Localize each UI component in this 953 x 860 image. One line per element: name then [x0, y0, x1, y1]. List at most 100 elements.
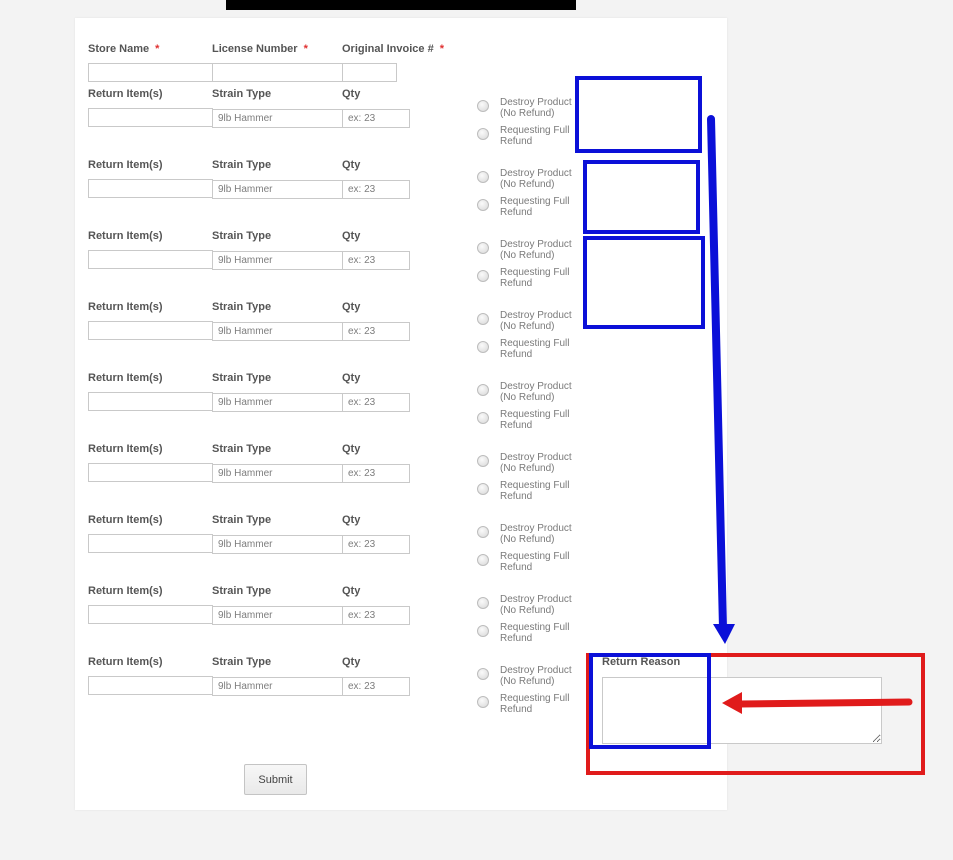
qty-input[interactable] [342, 251, 410, 270]
blue-highlight-box-4 [589, 653, 711, 749]
return-items-label: Return Item(s) [88, 656, 163, 668]
destroy-product-option-label: Destroy Product (No Refund) [500, 239, 572, 261]
blue-highlight-box-1 [575, 76, 702, 153]
qty-label: Qty [342, 443, 361, 455]
strain-type-label: Strain Type [212, 88, 272, 100]
return-items-label: Return Item(s) [88, 372, 163, 384]
store-name-label: Store Name * [88, 43, 160, 55]
return-items-input[interactable] [88, 250, 213, 269]
qty-label: Qty [342, 372, 361, 384]
strain-type-input[interactable] [212, 677, 343, 696]
qty-input[interactable] [342, 535, 410, 554]
qty-input[interactable] [342, 109, 410, 128]
qty-input[interactable] [342, 677, 410, 696]
return-items-input[interactable] [88, 179, 213, 198]
strain-type-label: Strain Type [212, 514, 272, 526]
strain-type-input[interactable] [212, 251, 343, 270]
destroy-product-radio[interactable] [477, 171, 489, 183]
requesting-refund-radio[interactable] [477, 625, 489, 637]
required-mark: * [303, 43, 308, 55]
destroy-product-option-label: Destroy Product (No Refund) [500, 97, 572, 119]
strain-type-label: Strain Type [212, 230, 272, 242]
requesting-refund-option-label: Requesting Full Refund [500, 338, 570, 360]
qty-input[interactable] [342, 180, 410, 199]
qty-label: Qty [342, 514, 361, 526]
original-invoice-input[interactable] [342, 63, 397, 82]
strain-type-input[interactable] [212, 180, 343, 199]
destroy-product-option-label: Destroy Product (No Refund) [500, 310, 572, 332]
requesting-refund-radio[interactable] [477, 483, 489, 495]
destroy-product-radio[interactable] [477, 100, 489, 112]
destroy-product-radio[interactable] [477, 313, 489, 325]
return-items-input[interactable] [88, 676, 213, 695]
return-items-label: Return Item(s) [88, 514, 163, 526]
blue-highlight-box-2 [583, 160, 700, 234]
return-items-label: Return Item(s) [88, 88, 163, 100]
qty-input[interactable] [342, 322, 410, 341]
submit-button[interactable]: Submit [244, 764, 307, 795]
qty-label: Qty [342, 230, 361, 242]
destroy-product-option-label: Destroy Product (No Refund) [500, 523, 572, 545]
requesting-refund-radio[interactable] [477, 554, 489, 566]
requesting-refund-radio[interactable] [477, 270, 489, 282]
strain-type-input[interactable] [212, 322, 343, 341]
return-items-label: Return Item(s) [88, 443, 163, 455]
requesting-refund-radio[interactable] [477, 412, 489, 424]
strain-type-label: Strain Type [212, 372, 272, 384]
strain-type-input[interactable] [212, 109, 343, 128]
strain-type-label: Strain Type [212, 443, 272, 455]
destroy-product-radio[interactable] [477, 668, 489, 680]
return-items-label: Return Item(s) [88, 585, 163, 597]
strain-type-input[interactable] [212, 606, 343, 625]
destroy-product-option-label: Destroy Product (No Refund) [500, 665, 572, 687]
strain-type-input[interactable] [212, 535, 343, 554]
required-mark: * [155, 43, 160, 55]
requesting-refund-option-label: Requesting Full Refund [500, 409, 570, 431]
store-name-input[interactable] [88, 63, 213, 82]
strain-type-label: Strain Type [212, 301, 272, 313]
requesting-refund-option-label: Requesting Full Refund [500, 196, 570, 218]
destroy-product-option-label: Destroy Product (No Refund) [500, 594, 572, 616]
return-items-input[interactable] [88, 321, 213, 340]
requesting-refund-radio[interactable] [477, 341, 489, 353]
requesting-refund-option-label: Requesting Full Refund [500, 693, 570, 715]
qty-input[interactable] [342, 464, 410, 483]
requesting-refund-option-label: Requesting Full Refund [500, 480, 570, 502]
destroy-product-radio[interactable] [477, 455, 489, 467]
qty-input[interactable] [342, 393, 410, 412]
destroy-product-radio[interactable] [477, 384, 489, 396]
qty-label: Qty [342, 159, 361, 171]
strain-type-label: Strain Type [212, 159, 272, 171]
strain-type-label: Strain Type [212, 585, 272, 597]
strain-type-input[interactable] [212, 393, 343, 412]
return-items-input[interactable] [88, 534, 213, 553]
strain-type-label: Strain Type [212, 656, 272, 668]
return-items-input[interactable] [88, 605, 213, 624]
required-mark: * [439, 43, 444, 55]
destroy-product-radio[interactable] [477, 597, 489, 609]
strain-type-input[interactable] [212, 464, 343, 483]
return-items-input[interactable] [88, 463, 213, 482]
top-black-bar [226, 0, 576, 10]
destroy-product-option-label: Destroy Product (No Refund) [500, 168, 572, 190]
requesting-refund-option-label: Requesting Full Refund [500, 622, 570, 644]
qty-input[interactable] [342, 606, 410, 625]
return-items-label: Return Item(s) [88, 301, 163, 313]
original-invoice-label: Original Invoice # * [342, 43, 444, 55]
destroy-product-radio[interactable] [477, 526, 489, 538]
return-items-input[interactable] [88, 108, 213, 127]
qty-label: Qty [342, 88, 361, 100]
return-items-label: Return Item(s) [88, 159, 163, 171]
destroy-product-option-label: Destroy Product (No Refund) [500, 381, 572, 403]
license-number-input[interactable] [212, 63, 343, 82]
blue-highlight-box-3 [583, 236, 705, 329]
requesting-refund-radio[interactable] [477, 199, 489, 211]
requesting-refund-radio[interactable] [477, 696, 489, 708]
return-items-input[interactable] [88, 392, 213, 411]
requesting-refund-radio[interactable] [477, 128, 489, 140]
return-items-label: Return Item(s) [88, 230, 163, 242]
requesting-refund-option-label: Requesting Full Refund [500, 267, 570, 289]
qty-label: Qty [342, 301, 361, 313]
destroy-product-option-label: Destroy Product (No Refund) [500, 452, 572, 474]
destroy-product-radio[interactable] [477, 242, 489, 254]
